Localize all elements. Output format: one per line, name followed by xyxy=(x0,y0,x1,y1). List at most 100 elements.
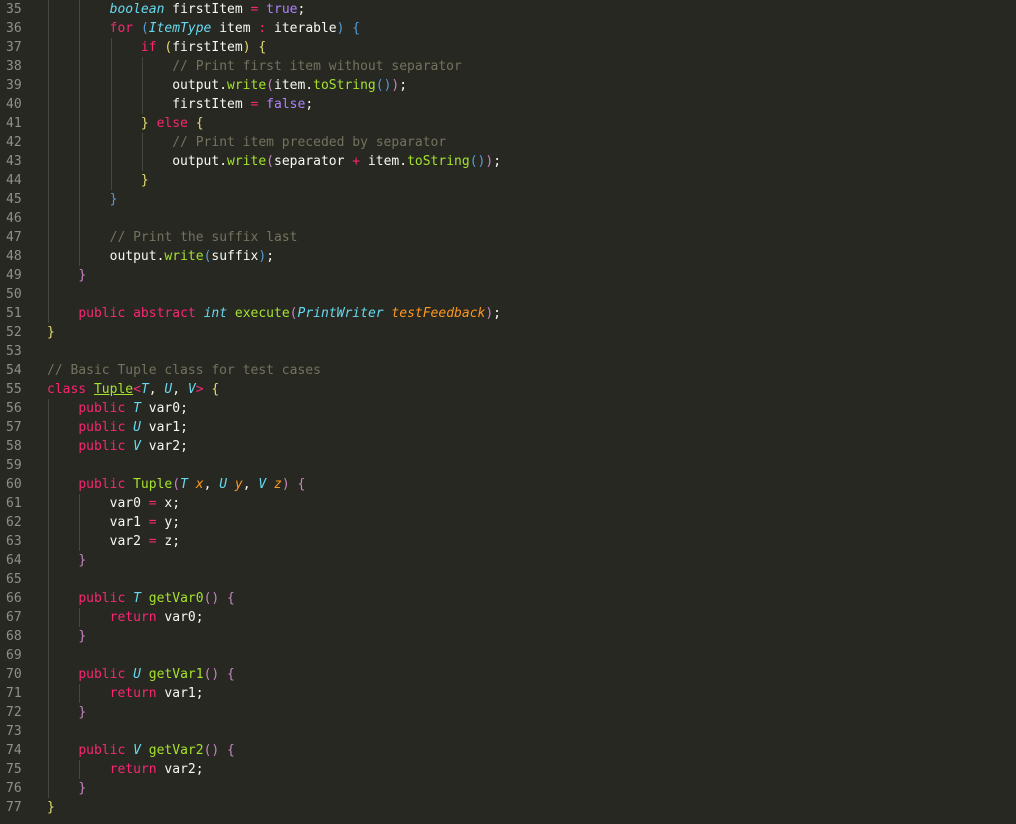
code-text[interactable]: var2 = z; xyxy=(47,532,180,551)
code-text[interactable]: public V var2; xyxy=(47,437,188,456)
code-text[interactable]: public Tuple(T x, U y, V z) { xyxy=(47,475,305,494)
code-line[interactable]: 49 } xyxy=(0,266,1016,285)
code-editor[interactable]: 35 boolean firstItem = true; 36 for (Item… xyxy=(0,0,1016,824)
code-text[interactable]: // Basic Tuple class for test cases xyxy=(47,361,321,380)
code-line[interactable]: 65 xyxy=(0,570,1016,589)
code-line[interactable]: 76 } xyxy=(0,779,1016,798)
code-token: Tuple xyxy=(93,382,134,397)
code-text[interactable]: } xyxy=(47,266,86,285)
code-line[interactable]: 52} xyxy=(0,323,1016,342)
code-line[interactable]: 61 var0 = x; xyxy=(0,494,1016,513)
code-line[interactable]: 55 class Tuple<T, U, V> { xyxy=(0,380,1016,399)
code-line[interactable]: 60 public Tuple(T x, U y, V z) { xyxy=(0,475,1016,494)
code-line[interactable]: 73 xyxy=(0,722,1016,741)
code-text[interactable]: } xyxy=(47,703,86,722)
code-text[interactable]: output.write(suffix); xyxy=(47,247,274,266)
code-line[interactable]: 63 var2 = z; xyxy=(0,532,1016,551)
code-line[interactable]: 40 firstItem = false; xyxy=(0,95,1016,114)
code-text[interactable]: public abstract int execute(PrintWriter … xyxy=(47,304,501,323)
code-line[interactable]: 47 // Print the suffix last xyxy=(0,228,1016,247)
code-text[interactable]: } xyxy=(47,190,118,209)
code-text[interactable]: var0 = x; xyxy=(47,494,180,513)
code-line[interactable]: 57 public U var1; xyxy=(0,418,1016,437)
code-text[interactable]: } xyxy=(47,323,55,342)
code-token: } xyxy=(47,800,55,815)
code-line[interactable]: 53 xyxy=(0,342,1016,361)
code-token: } xyxy=(47,325,55,340)
code-text[interactable]: var1 = y; xyxy=(47,513,180,532)
code-text[interactable]: } xyxy=(47,551,86,570)
code-text[interactable]: for (ItemType item : iterable) { xyxy=(47,19,361,38)
code-line[interactable]: 64 } xyxy=(0,551,1016,570)
code-text[interactable]: // Print item preceded by separator xyxy=(47,133,446,152)
code-line[interactable]: 51 public abstract int execute(PrintWrit… xyxy=(0,304,1016,323)
code-line[interactable]: 58 public V var2; xyxy=(0,437,1016,456)
code-token: // Print first item without separator xyxy=(172,59,462,74)
code-token: { xyxy=(211,382,220,397)
code-text[interactable]: return var1; xyxy=(47,684,204,703)
code-text[interactable]: public V getVar2() { xyxy=(47,741,235,760)
code-token: ( xyxy=(172,477,181,492)
code-line[interactable]: 42 // Print item preceded by separator xyxy=(0,133,1016,152)
code-line[interactable]: 41 } else { xyxy=(0,114,1016,133)
line-number: 41 xyxy=(6,116,22,131)
code-token: var0; xyxy=(140,401,188,416)
code-text[interactable]: output.write(separator + item.toString()… xyxy=(47,152,501,171)
code-line[interactable]: 36 for (ItemType item : iterable) { xyxy=(0,19,1016,38)
code-line[interactable]: 43 output.write(separator + item.toStrin… xyxy=(0,152,1016,171)
code-line[interactable]: 72 } xyxy=(0,703,1016,722)
code-line[interactable]: 50 xyxy=(0,285,1016,304)
code-text[interactable]: class Tuple<T, U, V> { xyxy=(47,380,219,399)
code-line[interactable]: 35 boolean firstItem = true; xyxy=(0,0,1016,19)
code-line[interactable]: 44 } xyxy=(0,171,1016,190)
code-line[interactable]: 45 } xyxy=(0,190,1016,209)
code-line[interactable]: 68 } xyxy=(0,627,1016,646)
code-line[interactable]: 48 output.write(suffix); xyxy=(0,247,1016,266)
code-text[interactable]: public U var1; xyxy=(47,418,188,437)
code-line[interactable]: 75 return var2; xyxy=(0,760,1016,779)
code-text[interactable]: // Print first item without separator xyxy=(47,57,462,76)
code-text[interactable]: public T var0; xyxy=(47,399,188,418)
code-token: item. xyxy=(274,78,314,93)
code-text[interactable]: output.write(item.toString()); xyxy=(47,76,407,95)
code-text[interactable]: public T getVar0() { xyxy=(47,589,235,608)
code-text[interactable]: firstItem = false; xyxy=(47,95,313,114)
code-line[interactable]: 66 public T getVar0() { xyxy=(0,589,1016,608)
code-text[interactable]: public U getVar1() { xyxy=(47,665,235,684)
code-line[interactable]: 39 output.write(item.toString()); xyxy=(0,76,1016,95)
code-line[interactable]: 69 xyxy=(0,646,1016,665)
code-text[interactable]: } xyxy=(47,171,149,190)
code-text[interactable]: return var0; xyxy=(47,608,204,627)
code-line[interactable]: 77} xyxy=(0,798,1016,817)
code-token: x xyxy=(195,477,204,492)
code-line[interactable]: 46 xyxy=(0,209,1016,228)
code-text[interactable]: boolean firstItem = true; xyxy=(47,0,306,19)
code-token: ( xyxy=(469,154,478,169)
code-line[interactable]: 37 if (firstItem) { xyxy=(0,38,1016,57)
code-line[interactable]: 71 return var1; xyxy=(0,684,1016,703)
code-line[interactable]: 54 // Basic Tuple class for test cases xyxy=(0,361,1016,380)
code-text[interactable]: } xyxy=(47,627,86,646)
code-text[interactable]: // Print the suffix last xyxy=(47,228,298,247)
code-line[interactable]: 56 public T var0; xyxy=(0,399,1016,418)
code-line[interactable]: 70 public U getVar1() { xyxy=(0,665,1016,684)
code-line[interactable]: 74 public V getVar2() { xyxy=(0,741,1016,760)
code-text[interactable]: if (firstItem) { xyxy=(47,38,266,57)
code-line[interactable]: 67 return var0; xyxy=(0,608,1016,627)
code-token: } xyxy=(78,705,87,720)
code-token: } xyxy=(78,553,87,568)
code-line[interactable]: 38 // Print first item without separator xyxy=(0,57,1016,76)
code-text[interactable]: } xyxy=(47,779,86,798)
code-token: ( xyxy=(375,78,384,93)
code-line[interactable]: 59 xyxy=(0,456,1016,475)
code-line[interactable]: 62 var1 = y; xyxy=(0,513,1016,532)
code-token: ( xyxy=(266,78,274,93)
code-text[interactable]: return var2; xyxy=(47,760,204,779)
code-text[interactable]: } else { xyxy=(47,114,204,133)
code-token: public xyxy=(78,591,126,606)
code-text[interactable]: } xyxy=(47,798,55,817)
